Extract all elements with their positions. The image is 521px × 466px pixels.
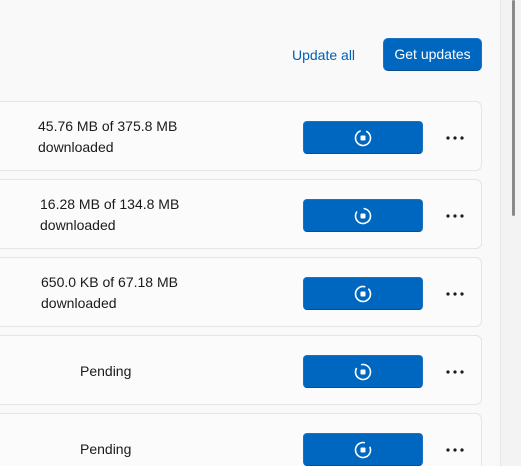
download-progress-label: downloaded — [41, 295, 117, 311]
update-row: 650.0 KB of 67.18 MB downloaded — [0, 257, 482, 327]
stop-download-button[interactable] — [303, 433, 423, 466]
download-progress-label: downloaded — [40, 217, 116, 233]
update-all-button[interactable]: Update all — [288, 43, 359, 67]
download-progress-label: downloaded — [38, 139, 114, 155]
stop-download-button[interactable] — [303, 121, 423, 154]
download-status: Pending — [80, 439, 131, 460]
stop-download-button[interactable] — [303, 277, 423, 310]
download-status: 16.28 MB of 134.8 MB downloaded — [40, 194, 179, 236]
download-status: Pending — [80, 361, 131, 382]
stop-download-icon — [354, 129, 372, 146]
update-row: 16.28 MB of 134.8 MB downloaded — [0, 179, 482, 249]
vertical-scrollbar[interactable] — [500, 0, 521, 466]
scrollbar-divider — [500, 0, 501, 466]
update-row: Pending — [0, 413, 482, 466]
stop-download-button[interactable] — [303, 199, 423, 232]
download-status: 45.76 MB of 375.8 MB downloaded — [38, 116, 177, 158]
stop-download-icon — [354, 441, 372, 458]
update-row: 45.76 MB of 375.8 MB downloaded — [0, 101, 482, 171]
download-progress-text: 650.0 KB of 67.18 MB — [41, 274, 178, 290]
stop-download-icon — [354, 363, 372, 380]
stop-download-icon — [354, 207, 372, 224]
scrollbar-thumb[interactable] — [512, 0, 515, 216]
stop-download-icon — [354, 285, 372, 302]
updates-panel: Update all Get updates 45.76 MB of 375.8… — [0, 0, 500, 466]
download-progress-text: 45.76 MB of 375.8 MB — [38, 118, 178, 134]
more-options-icon[interactable] — [443, 126, 467, 150]
stop-download-button[interactable] — [303, 355, 423, 388]
download-progress-text: 16.28 MB of 134.8 MB — [40, 196, 180, 212]
get-updates-button[interactable]: Get updates — [383, 38, 482, 71]
more-options-icon[interactable] — [443, 360, 467, 384]
more-options-icon[interactable] — [443, 204, 467, 228]
pending-label: Pending — [80, 441, 132, 457]
more-options-icon[interactable] — [443, 282, 467, 306]
download-status: 650.0 KB of 67.18 MB downloaded — [41, 272, 178, 314]
pending-label: Pending — [80, 363, 132, 379]
update-row: Pending — [0, 335, 482, 405]
more-options-icon[interactable] — [443, 438, 467, 462]
